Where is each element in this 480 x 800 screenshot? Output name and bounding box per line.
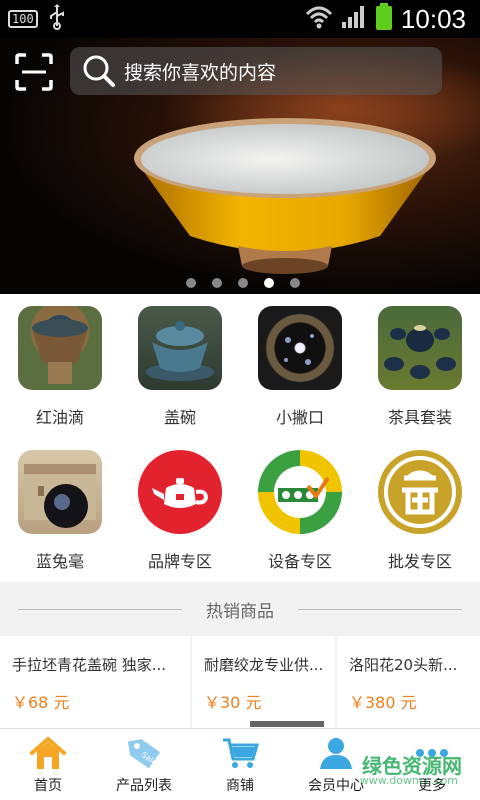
nav-label: 产品列表 <box>116 778 172 794</box>
status-bar: 100 10:03 <box>0 0 480 38</box>
product-card[interactable]: 耐磨绞龙专业供... ￥30 元 <box>192 636 335 728</box>
carousel-dot[interactable] <box>238 278 248 288</box>
product-card[interactable]: 洛阳花20头新... ￥380 元 <box>337 636 480 728</box>
gaiwan-photo-icon <box>138 306 222 390</box>
cart-icon <box>223 738 259 768</box>
product-name: 耐磨绞龙专业供... <box>204 656 324 674</box>
product-price: ￥380 元 <box>349 693 417 712</box>
usb-icon <box>48 4 66 34</box>
horizontal-scrollbar[interactable] <box>250 721 324 727</box>
banner-teabowl-image <box>134 118 436 274</box>
category-tea-set[interactable]: 茶具套装 <box>360 294 480 438</box>
section-title: 热销商品 <box>192 596 288 622</box>
category-label: 茶具套装 <box>387 408 452 427</box>
nav-label: 会员中心 <box>308 778 364 794</box>
category-gaiwan[interactable]: 盖碗 <box>120 294 240 438</box>
nav-label: 商铺 <box>226 778 254 794</box>
notification-battery-badge: 100 <box>8 10 38 28</box>
search-placeholder: 搜索你喜欢的内容 <box>124 61 277 84</box>
teapot-icon <box>138 450 222 534</box>
promo-banner[interactable]: 搜索你喜欢的内容 <box>0 38 480 294</box>
carousel-dot[interactable] <box>186 278 196 288</box>
user-icon <box>320 738 352 769</box>
tea-set-photo-icon <box>378 306 462 390</box>
category-label: 设备专区 <box>267 552 332 571</box>
category-wholesale-zone[interactable]: 批发专区 <box>360 438 480 582</box>
clock: 10:03 <box>400 3 466 34</box>
category-label: 小撇口 <box>275 408 324 427</box>
category-xiaopiekou[interactable]: 小撇口 <box>240 294 360 438</box>
category-brand-zone[interactable]: 品牌专区 <box>120 438 240 582</box>
teabowl-photo-icon <box>18 306 102 390</box>
carousel-dot-active[interactable] <box>264 278 274 288</box>
nav-item-products[interactable]: Sale 产品列表 <box>96 729 192 800</box>
wholesale-logo-icon <box>378 450 462 534</box>
category-lantuhao[interactable]: 蓝兔毫 <box>0 438 120 582</box>
equipment-logo-icon <box>258 450 342 534</box>
tenmoku-bowl-photo-icon <box>258 306 342 390</box>
carousel-dot[interactable] <box>290 278 300 288</box>
product-name: 手拉坯青花盖碗 独家... <box>12 656 167 674</box>
category-label: 批发专区 <box>387 552 452 571</box>
search-input[interactable]: 搜索你喜欢的内容 <box>70 47 442 95</box>
nav-item-home[interactable]: 首页 <box>0 729 96 800</box>
home-icon <box>30 736 66 769</box>
boxed-bowl-photo-icon <box>18 450 102 534</box>
scan-button[interactable] <box>14 52 54 92</box>
category-grid: 红油滴 盖碗 小撇口 茶具套装 蓝兔毫 品牌专区 设备专区 批发专区 <box>0 294 480 582</box>
category-label: 红油滴 <box>35 408 84 427</box>
watermark-url: www.downcc.com <box>359 774 458 787</box>
carousel-dot[interactable] <box>212 278 222 288</box>
search-icon <box>83 55 115 87</box>
product-name: 洛阳花20头新... <box>349 656 458 674</box>
carousel-indicator <box>186 278 300 288</box>
hot-products-header: 热销商品 <box>0 582 480 636</box>
product-price: ￥68 元 <box>12 693 70 712</box>
category-equipment-zone[interactable]: 设备专区 <box>240 438 360 582</box>
nav-item-shop[interactable]: 商铺 <box>192 729 288 800</box>
category-label: 蓝兔毫 <box>35 552 84 571</box>
wifi-icon <box>305 4 333 34</box>
category-label: 品牌专区 <box>147 552 212 571</box>
category-hongyoudi[interactable]: 红油滴 <box>0 294 120 438</box>
nav-label: 首页 <box>34 778 62 794</box>
battery-icon <box>375 3 393 35</box>
hot-product-list: 手拉坯青花盖碗 独家... ￥68 元 耐磨绞龙专业供... ￥30 元 洛阳花… <box>0 636 480 728</box>
category-label: 盖碗 <box>163 408 196 427</box>
sale-tag-icon: Sale <box>127 739 161 769</box>
divider-right <box>298 609 462 610</box>
product-card[interactable]: 手拉坯青花盖碗 独家... ￥68 元 <box>0 636 190 728</box>
divider-left <box>18 609 182 610</box>
signal-icon <box>341 5 367 33</box>
scan-icon <box>15 53 53 91</box>
product-price: ￥30 元 <box>204 693 262 712</box>
